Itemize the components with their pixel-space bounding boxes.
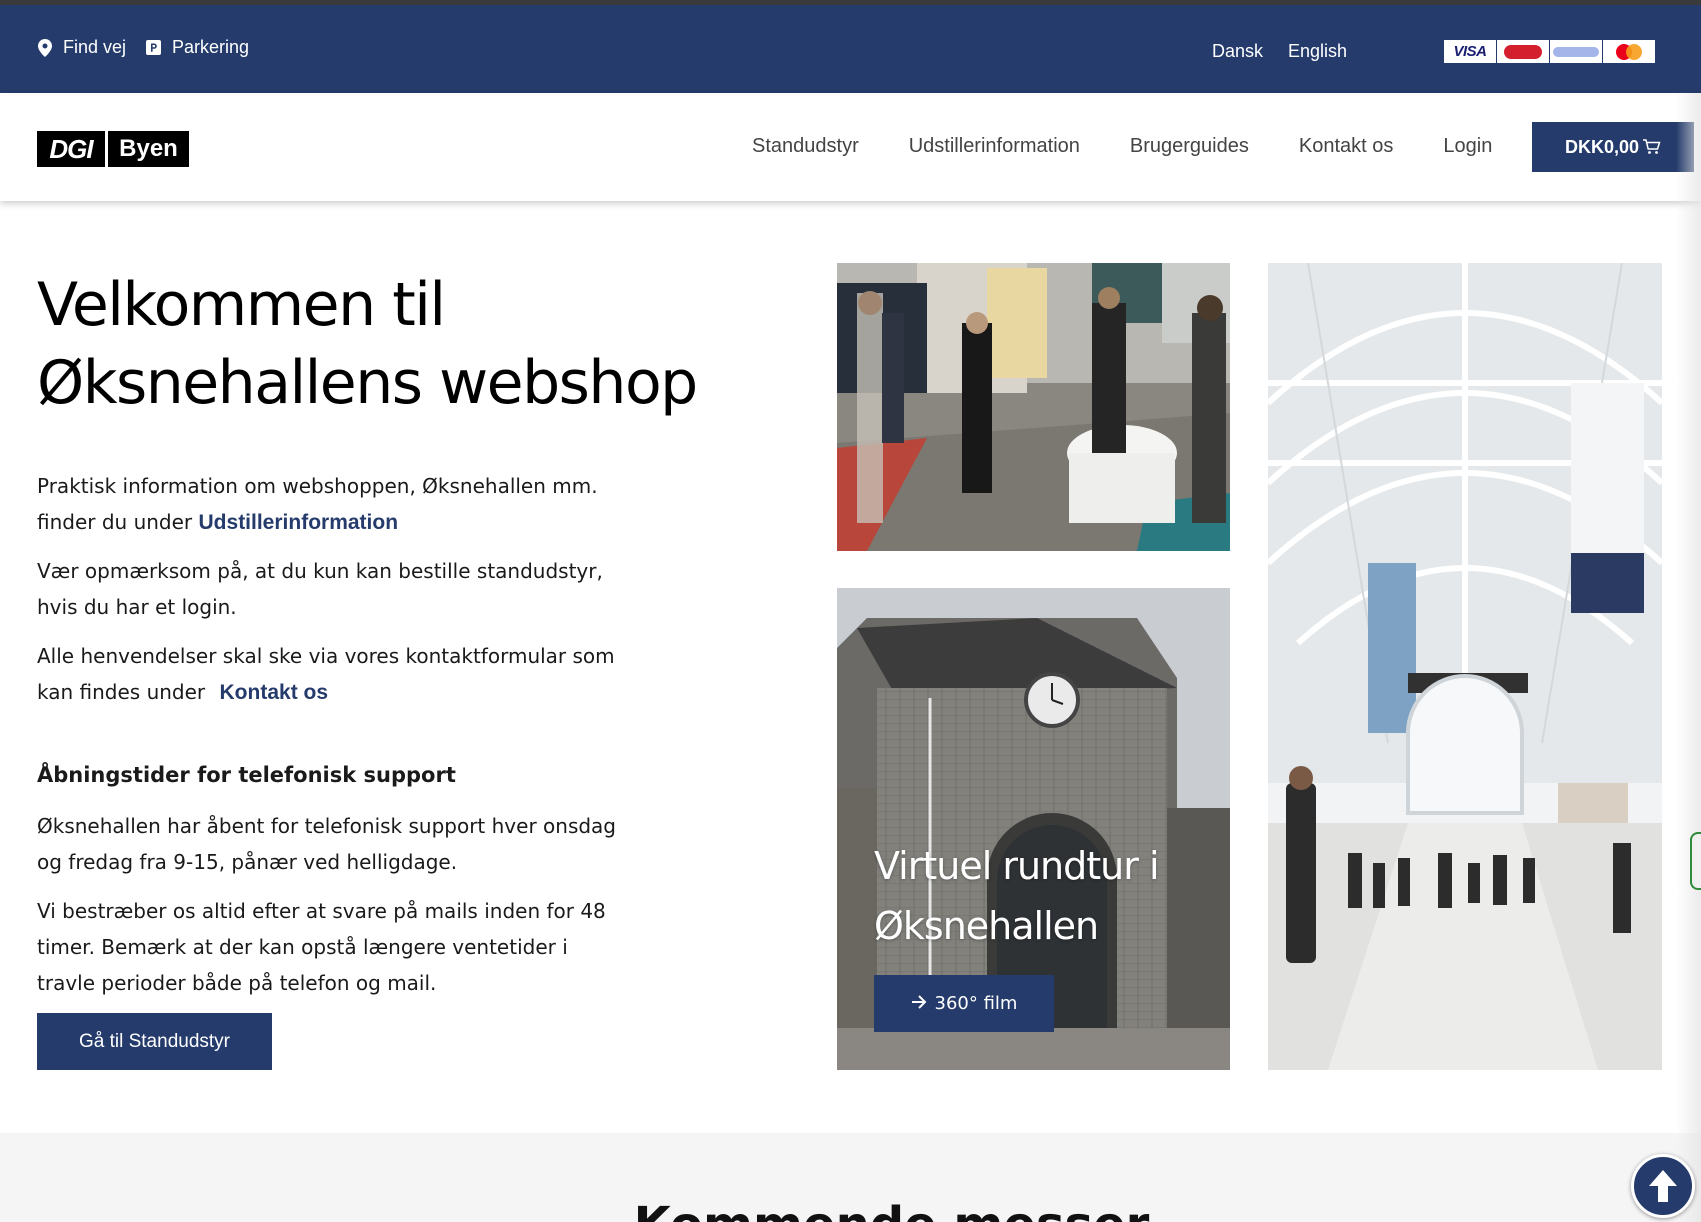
main-nav: Standudstyr Udstillerinformation Brugerg… (752, 135, 1542, 158)
arrow-right-icon (911, 993, 927, 1014)
nav-udstillerinformation[interactable]: Udstillerinformation (909, 135, 1080, 158)
info-paragraph-3: Alle henvendelser skal ske via vores kon… (37, 638, 617, 711)
top-bar-links: Find vej Parkering (38, 37, 269, 58)
scroll-shade (1676, 93, 1701, 1222)
cart-button[interactable]: DKK0,00 (1532, 122, 1694, 172)
cart-total: DKK0,00 (1564, 136, 1640, 157)
arrow-up-icon (1649, 1170, 1677, 1202)
go-to-standudstyr-button[interactable]: Gå til Standudstyr (37, 1013, 272, 1070)
mobilepay-card-icon (1550, 40, 1602, 63)
virtual-tour-title-line1: Virtuel rundtur i (874, 844, 1159, 888)
parking-icon (146, 40, 162, 55)
visa-card-icon: VISA (1444, 40, 1496, 63)
page-title-line1: Velkommen til (37, 270, 446, 340)
language-switcher: Dansk English (1212, 41, 1347, 62)
virtual-tour-title-line2: Øksnehallen (874, 904, 1099, 948)
hall-interior-photo (1268, 263, 1662, 1070)
lang-dansk[interactable]: Dansk (1212, 41, 1263, 62)
virtual-tour-title: Virtuel rundtur i Øksnehallen (874, 836, 1159, 956)
lang-english[interactable]: English (1288, 41, 1347, 62)
logo-byen: Byen (119, 135, 178, 162)
find-way-label: Find vej (63, 37, 127, 57)
parking-label: Parkering (172, 37, 250, 57)
info-paragraph-2: Vær opmærksom på, at du kun kan bestille… (37, 553, 617, 625)
parking-link[interactable]: Parkering (146, 37, 249, 58)
dgi-byen-logo[interactable]: DGI Byen (37, 131, 189, 167)
nav-login[interactable]: Login (1443, 135, 1492, 158)
support-hours-heading: Åbningstider for telefonisk support (37, 763, 456, 787)
mastercard-card-icon (1603, 40, 1655, 63)
info-paragraph-1: Praktisk information om webshoppen, Øksn… (37, 468, 617, 541)
support-paragraph-2-text: Vi bestræber os altid efter at svare på … (37, 899, 606, 995)
upcoming-fairs-title: Kommende messer (0, 1195, 1701, 1222)
logo-dgi: DGI (37, 131, 105, 167)
support-paragraph-2: Vi bestræber os altid efter at svare på … (37, 893, 617, 1001)
scroll-to-top-button[interactable] (1631, 1154, 1695, 1218)
page-title-line2: Øksnehallens webshop (37, 348, 698, 418)
dankort-card-icon (1497, 40, 1549, 63)
info-paragraph-2-text: Vær opmærksom på, at du kun kan bestille… (37, 559, 603, 619)
top-bar: Find vej Parkering Dansk English VISA (0, 5, 1701, 93)
kontakt-os-link[interactable]: Kontakt os (220, 681, 329, 704)
main-header: DGI Byen Standudstyr Udstillerinformatio… (0, 93, 1701, 201)
hall-interior-illustration (1268, 263, 1662, 1070)
find-way-link[interactable]: Find vej (38, 37, 126, 58)
exhibition-photo (837, 263, 1230, 551)
payment-cards: VISA (1444, 40, 1655, 63)
udstillerinformation-link[interactable]: Udstillerinformation (199, 511, 399, 534)
exhibition-photo-illustration (837, 263, 1230, 551)
location-pin-icon (38, 38, 52, 57)
support-paragraph-1-text: Øksnehallen har åbent for telefonisk sup… (37, 814, 617, 874)
virtual-tour-card[interactable]: Virtuel rundtur i Øksnehallen 360° film (837, 588, 1230, 1070)
feedback-side-tab[interactable] (1690, 832, 1701, 890)
nav-brugerguides[interactable]: Brugerguides (1130, 135, 1249, 158)
360-film-label: 360° film (934, 993, 1018, 1014)
support-paragraph-1: Øksnehallen har åbent for telefonisk sup… (37, 808, 617, 880)
360-film-button[interactable]: 360° film (874, 975, 1054, 1032)
page-title: Velkommen til Øksnehallens webshop (37, 266, 698, 422)
nav-standudstyr[interactable]: Standudstyr (752, 135, 859, 158)
shopping-cart-icon (1643, 139, 1661, 154)
nav-kontakt-os[interactable]: Kontakt os (1299, 135, 1394, 158)
visa-card-text: VISA (1453, 43, 1487, 60)
